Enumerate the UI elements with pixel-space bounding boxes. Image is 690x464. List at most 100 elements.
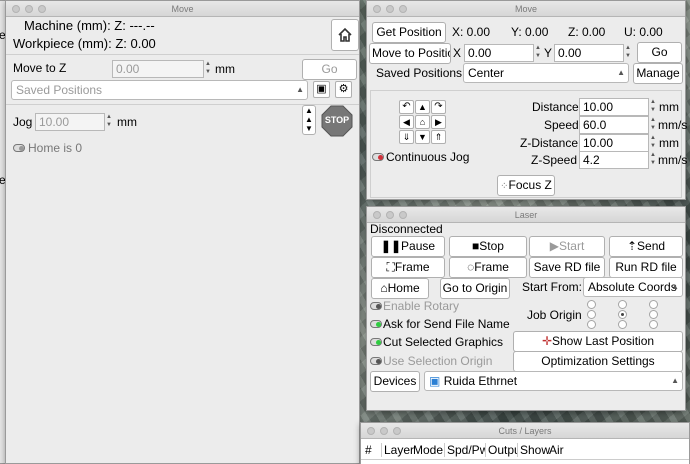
minimize-dot[interactable] [386, 211, 394, 219]
zoom-dot[interactable] [399, 5, 407, 13]
stepper[interactable]: ▲ ▼ [649, 151, 657, 169]
y-input[interactable]: 0.00 [554, 44, 624, 62]
save-icon[interactable]: ▣ [313, 81, 330, 98]
devices-button[interactable]: Devices [370, 371, 420, 392]
column-header[interactable]: Layer [381, 443, 414, 457]
x-coordinate: X: 0.00 [452, 25, 491, 39]
jog-input[interactable]: 10.00 [35, 113, 105, 131]
zoom-dot[interactable] [393, 427, 401, 435]
jog-left[interactable]: ◀ [399, 115, 414, 129]
minimize-dot[interactable] [25, 5, 33, 13]
move-to-z-input[interactable]: 0.00 [112, 60, 204, 78]
cut-selected-indicator[interactable] [370, 338, 382, 346]
column-header[interactable]: Spd/Pwr [444, 443, 485, 457]
home-button[interactable]: ⌂Home [371, 278, 429, 299]
stop-button[interactable]: STOP [321, 105, 353, 137]
go-button[interactable]: Go [637, 42, 682, 63]
origin-radio[interactable] [649, 300, 658, 309]
manage-button[interactable]: Manage [633, 63, 683, 84]
speed-label: Speed [544, 118, 579, 132]
close-dot[interactable] [373, 5, 381, 13]
zoom-dot[interactable] [38, 5, 46, 13]
distance-unit: mm [659, 100, 679, 114]
zoom-dot[interactable] [399, 211, 407, 219]
start-button[interactable]: ▶Start [529, 236, 605, 257]
column-header[interactable]: Show [517, 443, 550, 457]
speed-input[interactable]: 60.0 [579, 116, 649, 134]
get-position-button[interactable]: Get Position [372, 22, 446, 43]
move-to-position-button[interactable]: Move to Position [369, 43, 451, 64]
jog-up[interactable]: ▲ [415, 100, 430, 114]
minimize-dot[interactable] [380, 427, 388, 435]
go-to-origin-button[interactable]: Go to Origin [440, 278, 510, 299]
minimize-dot[interactable] [386, 5, 394, 13]
origin-radio[interactable] [649, 320, 658, 329]
z-speed-input[interactable]: 4.2 [579, 151, 649, 169]
enable-rotary-indicator[interactable] [370, 302, 382, 310]
y-coordinate: Y: 0.00 [511, 25, 549, 39]
distance-input[interactable]: 10.00 [579, 98, 649, 116]
column-header[interactable]: Output [485, 443, 517, 457]
focus-z-button[interactable]: ⁘Focus Z [497, 175, 555, 196]
crosshair-icon: ✛ [541, 334, 552, 348]
origin-radio[interactable] [587, 300, 596, 309]
pause-button[interactable]: ❚❚Pause [371, 236, 445, 257]
jog-down-z[interactable]: ⇓ [399, 130, 414, 144]
close-dot[interactable] [367, 427, 375, 435]
stepper[interactable]: ▲ ▼ [649, 116, 657, 134]
gear-icon[interactable]: ⚙ [335, 81, 352, 98]
unit-label: mm [215, 62, 235, 76]
move-window-right: Move Get Position X: 0.00 Y: 0.00 Z: 0.0… [366, 0, 687, 200]
jog-up-z[interactable]: ⇑ [431, 130, 446, 144]
connection-status: Disconnected [370, 222, 443, 236]
jog-right[interactable]: ▶ [431, 115, 446, 129]
selection-origin-indicator[interactable] [370, 357, 382, 365]
frame-rect-icon: ⛶ [386, 260, 395, 274]
frame-button[interactable]: ⛶Frame [371, 257, 445, 278]
origin-radio[interactable] [618, 310, 627, 319]
show-last-position-button[interactable]: ✛Show Last Position [513, 331, 683, 352]
stepper[interactable]: ▲ ▼ [534, 44, 542, 62]
frame-circle-button[interactable]: ◌Frame [449, 257, 527, 278]
pause-icon: ❚❚ [380, 239, 402, 253]
title-bar: Cuts / Layers [361, 423, 689, 439]
jog-down[interactable]: ▼ [415, 130, 430, 144]
ask-send-indicator[interactable] [370, 320, 382, 328]
send-button[interactable]: ⇡Send [609, 236, 683, 257]
origin-radio[interactable] [618, 320, 627, 329]
saved-positions-select[interactable]: Center▲▼ [463, 63, 629, 83]
stepper[interactable]: ▲ ▼ [105, 113, 113, 131]
origin-radio[interactable] [618, 300, 627, 309]
column-header[interactable]: Air [549, 443, 564, 457]
stepper[interactable]: ▲ ▼ [624, 44, 632, 62]
origin-radio[interactable] [587, 320, 596, 329]
close-dot[interactable] [12, 5, 20, 13]
jog-home[interactable]: ⌂ [415, 115, 430, 129]
run-rd-button[interactable]: Run RD file [609, 257, 683, 278]
stepper[interactable]: ▲ ▼ [204, 60, 212, 78]
optimization-settings-button[interactable]: Optimization Settings [513, 351, 683, 372]
jog-up-left[interactable]: ↶ [399, 100, 414, 114]
x-input[interactable]: 0.00 [464, 44, 534, 62]
save-rd-button[interactable]: Save RD file [529, 257, 605, 278]
jog-up-right[interactable]: ↷ [431, 100, 446, 114]
column-header[interactable]: # [365, 443, 372, 457]
title-bar: Move [6, 1, 359, 17]
stop-button[interactable]: ■Stop [449, 236, 527, 257]
stepper[interactable]: ▲ ▼ [649, 134, 657, 152]
start-from-select[interactable]: Absolute Coords▲▼ [583, 277, 683, 297]
z-distance-input[interactable]: 10.00 [579, 134, 649, 152]
close-dot[interactable] [373, 211, 381, 219]
jog-arrows[interactable]: ▲ ▲ ▼ [302, 105, 316, 135]
column-header[interactable]: Mode [413, 443, 443, 457]
z-distance-label: Z-Distance [520, 136, 579, 150]
stepper[interactable]: ▲ ▼ [649, 98, 657, 116]
saved-positions-select[interactable]: Saved Positions▲▼ [11, 80, 308, 100]
go-button[interactable]: Go [302, 59, 357, 80]
origin-radio[interactable] [587, 310, 596, 319]
continuous-jog-indicator[interactable] [372, 153, 384, 161]
home-button[interactable] [331, 19, 359, 51]
start-from-label: Start From: [522, 280, 583, 294]
device-select[interactable]: ▣ Ruida Ethrnet▲▼ [424, 371, 683, 391]
origin-radio[interactable] [649, 310, 658, 319]
